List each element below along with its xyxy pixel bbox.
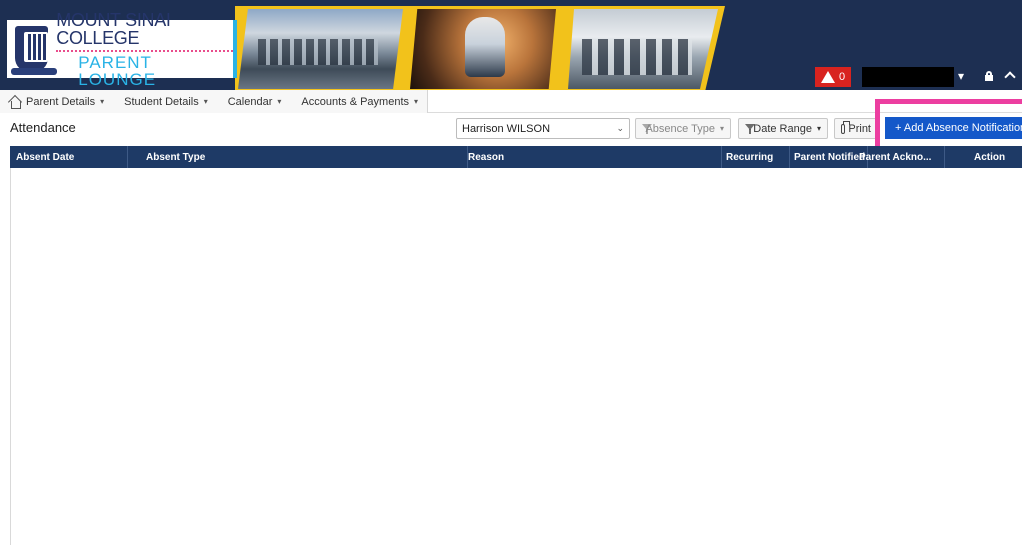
caret-down-icon: ▾ [203,97,208,106]
page-title: Attendance [10,120,76,135]
warning-icon [820,71,835,83]
nav-accounts-payments[interactable]: Accounts & Payments ▾ [291,90,428,113]
college-logo[interactable]: MOUNT SINAI COLLEGE PARENT LOUNGE [7,11,237,88]
table-header: Absent Date Absent Type Reason Recurring… [10,146,1022,168]
chevron-up-icon[interactable] [1004,71,1016,83]
caret-down-icon: ▾ [414,97,419,106]
user-menu-caret[interactable]: ▾ [958,69,964,83]
column-header[interactable]: Absent Type [146,146,468,168]
column-header[interactable]: Reason [468,146,722,168]
lock-icon[interactable] [984,71,994,81]
student-select-value: Harrison WILSON [462,122,551,135]
portal-name: PARENT LOUNGE [56,49,233,88]
user-name-redacted[interactable] [862,67,954,87]
print-button[interactable]: Print [834,118,878,139]
date-range-filter[interactable]: Date Range ▾ [738,118,828,139]
attendance-table-body [10,168,1022,545]
nav-label: Student Details [124,95,199,108]
nav-parent-details[interactable]: Parent Details ▾ [16,90,114,113]
main-nav: Parent Details ▾ Student Details ▾ Calenda… [0,90,1022,113]
chevron-down-icon: ⌄ [616,123,624,133]
caret-down-icon: ▾ [719,124,724,133]
absence-type-label: Absence Type [645,122,715,135]
filter-icon [745,123,756,134]
page-toolbar: Attendance Harrison WILSON ⌄ Absence Typ… [0,113,1022,143]
student-select[interactable]: Harrison WILSON ⌄ [456,118,630,139]
caret-down-icon: ▾ [277,97,282,106]
printer-icon [841,120,851,134]
column-header[interactable]: Parent Ackno... [859,146,945,168]
column-header[interactable]: Absent Date [16,146,128,168]
header-banner: MOUNT SINAI COLLEGE PARENT LOUNGE 0 ▾ [0,0,1022,90]
banner-photo-campus [568,9,718,89]
absence-type-filter[interactable]: Absence Type ▾ [635,118,731,139]
college-name: MOUNT SINAI COLLEGE [56,9,171,48]
alerts-button[interactable]: 0 [815,67,851,87]
date-range-label: Date Range [753,122,812,135]
nav-menu: Parent Details ▾ Student Details ▾ Calenda… [0,90,428,113]
nav-label: Accounts & Payments [301,95,409,108]
caret-down-icon: ▾ [816,124,821,133]
alert-count: 0 [838,71,846,83]
nav-label: Parent Details [26,95,96,108]
banner-photo-building [238,9,403,89]
column-header[interactable]: Parent Notified [794,146,868,168]
crest-icon [10,26,58,75]
banner-photo-students [410,9,556,89]
nav-label: Calendar [227,95,273,108]
nav-student-details[interactable]: Student Details ▾ [114,90,218,113]
add-absence-notification-button[interactable]: + Add Absence Notification [885,117,1022,139]
nav-calendar[interactable]: Calendar ▾ [218,90,292,113]
column-header[interactable]: Action [974,146,1014,168]
column-header[interactable]: Recurring [726,146,790,168]
print-label: Print [848,122,871,135]
caret-down-icon: ▾ [100,97,105,106]
